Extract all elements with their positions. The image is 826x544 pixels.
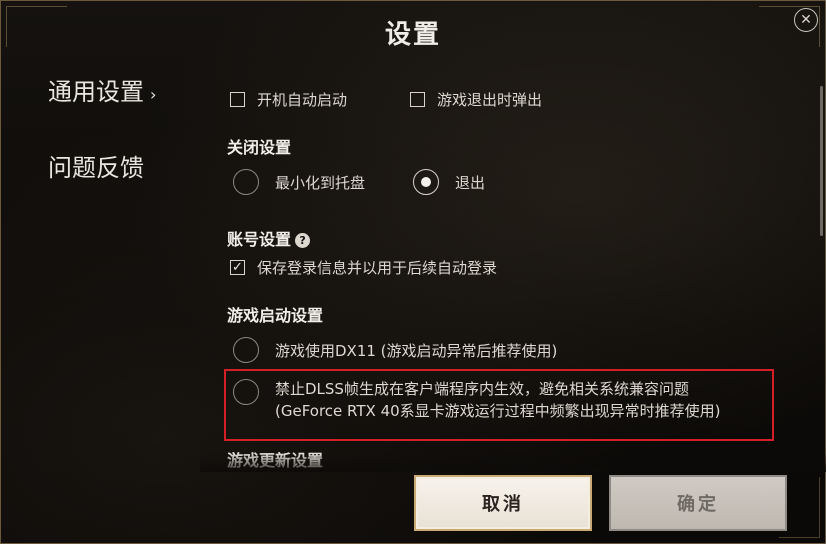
dlss-radio[interactable]: [233, 379, 259, 405]
dlss-option[interactable]: 禁止DLSS帧生成在客户端程序内生效，避免相关系统兼容问题 (GeForce R…: [233, 378, 721, 422]
minimize-to-tray-option[interactable]: 最小化到托盘: [233, 169, 365, 195]
autostart-label: 开机自动启动: [257, 91, 348, 109]
launch-settings-title: 游戏启动设置: [227, 306, 324, 325]
dx11-label: 游戏使用DX11 (游戏启动异常后推荐使用): [275, 341, 558, 360]
save-login-label: 保存登录信息并以用于后续自动登录: [257, 259, 498, 277]
sidebar-item-label: 通用设置: [48, 78, 144, 106]
dlss-label-line2: (GeForce RTX 40系显卡游戏运行过程中频繁出现异常时推荐使用): [275, 402, 721, 420]
close-icon: ✕: [800, 12, 812, 28]
autostart-checkbox[interactable]: [230, 92, 245, 107]
help-icon[interactable]: ?: [295, 233, 311, 248]
sidebar-item-feedback[interactable]: 问题反馈: [48, 148, 188, 188]
content-fade: [200, 452, 826, 472]
close-button[interactable]: ✕: [794, 8, 818, 32]
dx11-radio[interactable]: [233, 337, 259, 363]
autostart-option[interactable]: 开机自动启动: [230, 89, 347, 110]
minimize-to-tray-label: 最小化到托盘: [275, 173, 366, 192]
dlss-text: 禁止DLSS帧生成在客户端程序内生效，避免相关系统兼容问题 (GeForce R…: [275, 378, 721, 422]
chevron-right-icon: ›: [150, 85, 157, 104]
account-settings-label: 账号设置: [227, 230, 292, 249]
popup-on-exit-option[interactable]: 游戏退出时弹出: [410, 89, 542, 110]
exit-option[interactable]: 退出: [413, 169, 485, 195]
close-settings-title: 关闭设置: [227, 138, 292, 157]
scrollbar[interactable]: [820, 86, 823, 236]
save-login-checkbox[interactable]: ✓: [230, 260, 245, 275]
save-login-option[interactable]: ✓ 保存登录信息并以用于后续自动登录: [230, 257, 497, 278]
confirm-button[interactable]: 确定: [609, 475, 787, 531]
popup-on-exit-label: 游戏退出时弹出: [437, 91, 543, 109]
minimize-to-tray-radio[interactable]: [233, 169, 259, 195]
sidebar-item-label: 问题反馈: [48, 154, 144, 182]
cancel-button[interactable]: 取消: [414, 475, 592, 531]
dx11-option[interactable]: 游戏使用DX11 (游戏启动异常后推荐使用): [233, 337, 557, 363]
exit-radio[interactable]: [413, 169, 439, 195]
dlss-label-line1: 禁止DLSS帧生成在客户端程序内生效，避免相关系统兼容问题: [275, 380, 689, 398]
exit-label: 退出: [455, 173, 486, 192]
window-title: 设置: [384, 20, 441, 50]
sidebar: 通用设置 › 问题反馈: [48, 72, 188, 224]
account-settings-title: 账号设置?: [227, 226, 311, 250]
sidebar-item-general[interactable]: 通用设置 ›: [48, 72, 188, 112]
popup-on-exit-checkbox[interactable]: [410, 92, 425, 107]
